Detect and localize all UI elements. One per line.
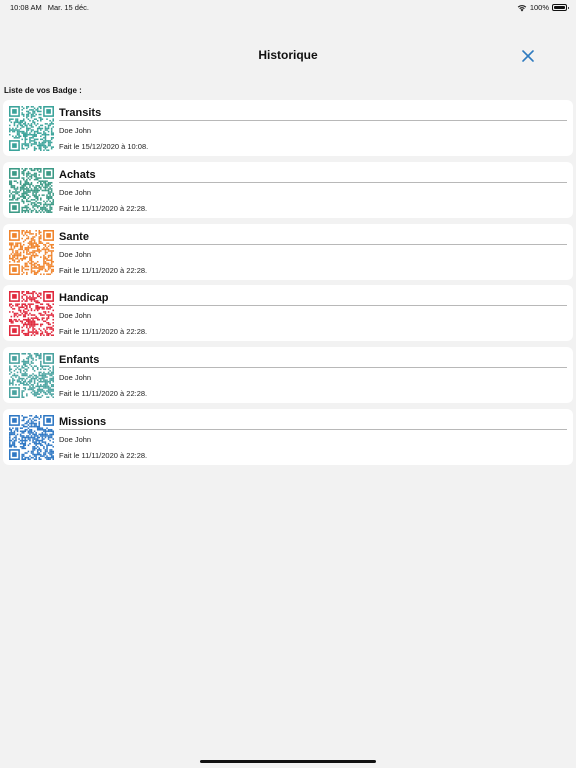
status-right: 100%	[517, 3, 569, 12]
qr-code-icon	[9, 229, 54, 275]
badge-card[interactable]: Achats Doe John Fait le 11/11/2020 à 22:28…	[3, 161, 573, 218]
nav-bar: Historique	[0, 40, 576, 72]
badge-card[interactable]: Missions Doe John Fait le 11/11/2020 à 22:…	[3, 408, 573, 465]
badge-date: Fait le 11/11/2020 à 22:28.	[59, 265, 148, 275]
badge-card[interactable]: Sante Doe John Fait le 11/11/2020 à 22:28.	[3, 223, 573, 280]
divider	[59, 120, 567, 121]
badge-card[interactable]: Enfants Doe John Fait le 11/11/2020 à 22:2…	[3, 347, 573, 404]
badge-date: Fait le 15/12/2020 à 10:08.	[59, 142, 149, 151]
badge-title: Missions	[59, 415, 107, 428]
badge-date: Fait le 11/11/2020 à 22:28.	[59, 389, 148, 399]
badge-date: Fait le 11/11/2020 à 22:28.	[59, 450, 148, 460]
badge-title: Transits	[59, 107, 102, 119]
qr-code-icon	[9, 353, 54, 399]
badge-owner: Doe John	[59, 311, 92, 321]
badge-card[interactable]: Transits Doe John Fait le 15/12/2020 à 10:…	[3, 100, 573, 156]
badge-list: Transits Doe John Fait le 15/12/2020 à 10:…	[3, 100, 573, 471]
badge-owner: Doe John	[59, 249, 92, 259]
home-indicator[interactable]	[200, 760, 376, 763]
badge-owner: Doe John	[59, 434, 92, 444]
status-bar: 10:08 AM Mar. 15 déc. 100%	[0, 0, 576, 14]
battery-percent: 100%	[529, 3, 549, 12]
divider	[59, 367, 567, 369]
badge-date: Fait le 11/11/2020 à 22:28.	[59, 203, 148, 213]
badge-title: Achats	[59, 168, 96, 181]
badge-owner: Doe John	[59, 126, 92, 135]
close-icon[interactable]	[520, 48, 536, 64]
section-label: Liste de vos Badge :	[4, 86, 82, 95]
qr-code-icon	[9, 167, 54, 213]
battery-icon	[552, 4, 569, 11]
divider	[59, 428, 567, 430]
wifi-icon	[517, 4, 527, 11]
qr-code-icon	[9, 291, 54, 337]
divider	[59, 305, 567, 307]
status-time: 10:08 AM	[10, 3, 42, 12]
qr-code-icon	[9, 106, 54, 151]
badge-owner: Doe John	[59, 187, 92, 197]
badge-card[interactable]: Handicap Doe John Fait le 11/11/2020 à 22:…	[3, 285, 573, 342]
badge-date: Fait le 11/11/2020 à 22:28.	[59, 327, 148, 337]
badge-title: Sante	[59, 230, 89, 243]
divider	[59, 243, 567, 245]
badge-owner: Doe John	[59, 373, 92, 383]
badge-title: Handicap	[59, 292, 109, 305]
qr-code-icon	[9, 414, 54, 460]
page-title: Historique	[258, 48, 318, 62]
status-left: 10:08 AM Mar. 15 déc.	[10, 3, 89, 12]
status-date: Mar. 15 déc.	[47, 3, 89, 12]
badge-title: Enfants	[59, 354, 100, 367]
divider	[59, 181, 567, 183]
